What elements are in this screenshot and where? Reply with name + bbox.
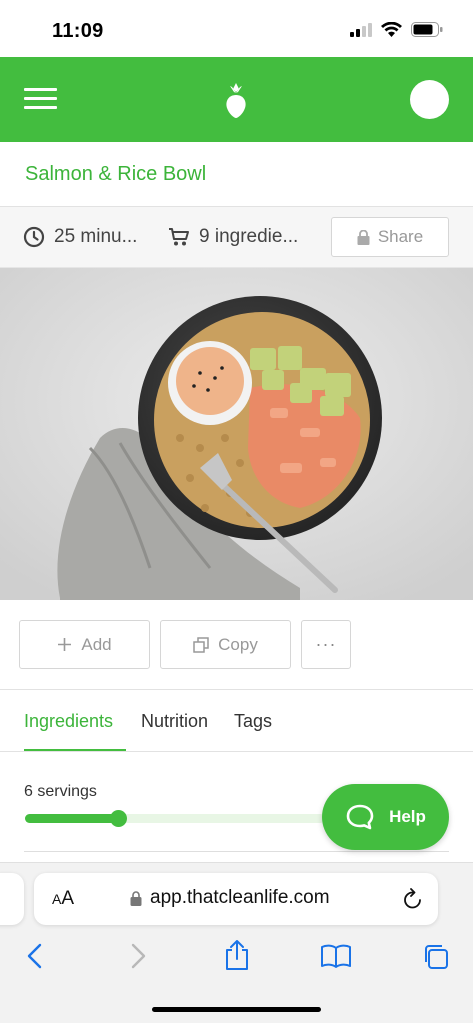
carrot-logo-icon[interactable] bbox=[224, 81, 248, 119]
battery-icon bbox=[411, 22, 443, 37]
servings-label: 6 servings bbox=[24, 783, 97, 800]
add-button[interactable]: Add bbox=[19, 620, 150, 669]
share-sheet-icon[interactable] bbox=[224, 939, 250, 971]
recipe-actions: Add Copy ··· bbox=[0, 600, 473, 690]
share-label: Share bbox=[377, 227, 424, 246]
forward-icon[interactable] bbox=[129, 943, 147, 969]
plus-icon bbox=[58, 638, 72, 651]
recipe-title-row: Salmon & Rice Bowl bbox=[0, 142, 473, 207]
share-button[interactable]: Share bbox=[331, 217, 449, 257]
cellular-signal-icon bbox=[350, 22, 372, 37]
browser-chrome: AA app.thatcleanlife.com bbox=[0, 862, 473, 1023]
reader-text-size-button[interactable]: AA bbox=[52, 888, 74, 910]
lock-icon bbox=[130, 890, 142, 906]
tab-nutrition[interactable]: Nutrition bbox=[141, 711, 208, 732]
recipe-time-text: 25 minu... bbox=[54, 226, 138, 247]
servings-slider-thumb[interactable] bbox=[110, 810, 127, 827]
divider bbox=[24, 851, 449, 852]
servings-slider-fill bbox=[25, 814, 118, 823]
recipe-meta-row: 25 minu... 9 ingredie... Share bbox=[0, 207, 473, 268]
status-bar: 11:09 bbox=[0, 0, 473, 57]
recipe-photo bbox=[0, 268, 473, 600]
tabs-icon[interactable] bbox=[422, 943, 450, 971]
previous-tab-card[interactable] bbox=[0, 873, 24, 925]
recipe-time: 25 minu... bbox=[23, 226, 137, 248]
copy-button[interactable]: Copy bbox=[160, 620, 291, 669]
lock-icon bbox=[357, 229, 370, 245]
status-time: 11:09 bbox=[52, 20, 104, 42]
tab-ingredients[interactable]: Ingredients bbox=[24, 711, 113, 732]
servings-slider[interactable] bbox=[25, 810, 325, 827]
tab-tags[interactable]: Tags bbox=[234, 711, 272, 732]
hamburger-menu-icon[interactable] bbox=[24, 88, 57, 110]
copy-label: Copy bbox=[218, 634, 258, 654]
recipe-title: Salmon & Rice Bowl bbox=[25, 163, 207, 185]
bookmarks-icon[interactable] bbox=[320, 943, 352, 969]
cart-icon bbox=[169, 228, 189, 246]
help-label: Help bbox=[389, 807, 426, 826]
copy-icon bbox=[193, 636, 209, 653]
recipe-ingredient-count: 9 ingredie... bbox=[168, 226, 298, 248]
add-label: Add bbox=[81, 634, 112, 654]
address-bar[interactable]: AA app.thatcleanlife.com bbox=[34, 873, 438, 925]
home-indicator bbox=[152, 1007, 321, 1012]
recipe-ingredient-text: 9 ingredie... bbox=[199, 226, 299, 247]
more-icon: ··· bbox=[315, 634, 337, 654]
user-avatar[interactable] bbox=[410, 80, 449, 119]
app-header bbox=[0, 57, 473, 142]
chat-bubble-icon bbox=[346, 804, 374, 830]
recipe-tabs: Ingredients Nutrition Tags bbox=[0, 690, 473, 752]
active-tab-indicator bbox=[24, 749, 126, 751]
reload-icon[interactable] bbox=[402, 887, 424, 911]
back-icon[interactable] bbox=[26, 943, 44, 969]
more-options-button[interactable]: ··· bbox=[301, 620, 351, 669]
url-display[interactable]: app.thatcleanlife.com bbox=[130, 887, 330, 909]
help-button[interactable]: Help bbox=[322, 784, 449, 850]
url-text: app.thatcleanlife.com bbox=[150, 887, 330, 908]
status-icons bbox=[350, 22, 443, 37]
wifi-icon bbox=[381, 22, 402, 37]
clock-icon bbox=[23, 226, 45, 248]
